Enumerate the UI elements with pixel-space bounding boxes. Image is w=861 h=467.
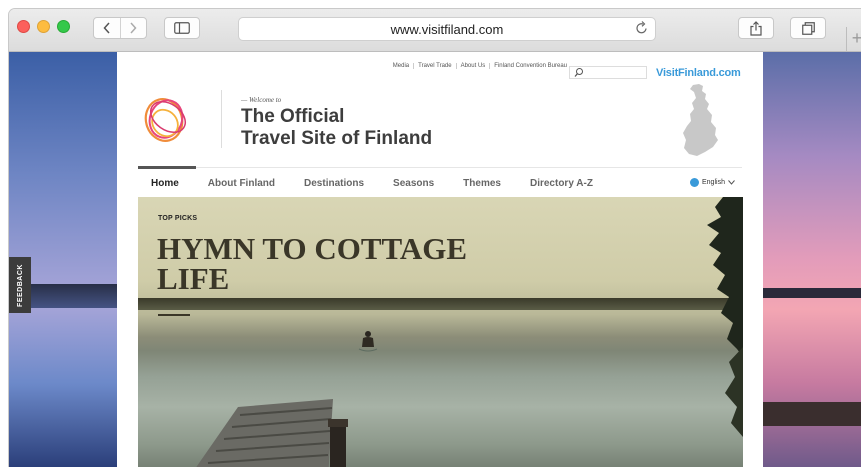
hero-title-underline <box>158 314 190 316</box>
header-separator <box>221 90 222 148</box>
search-icon <box>574 68 583 77</box>
utility-link-about-us[interactable]: About Us <box>455 63 490 69</box>
share-button[interactable] <box>738 17 774 39</box>
new-tab-button[interactable]: + <box>846 27 861 51</box>
hero-treeline <box>138 298 743 310</box>
hero-title[interactable]: HYMN TO COTTAGE LIFE <box>157 233 537 294</box>
hero-tree <box>707 197 743 437</box>
nav-item-directory[interactable]: Directory A-Z <box>530 178 593 189</box>
chevron-right-icon <box>130 22 137 34</box>
site-title-line2: Travel Site of Finland <box>241 128 433 149</box>
browser-window: www.visitfiland.com + FEEDBACK Media Tra… <box>9 9 861 467</box>
nav-divider <box>138 167 742 168</box>
utility-link-travel-trade[interactable]: Travel Trade <box>413 63 455 69</box>
utility-nav: Media Travel Trade About Us Finland Conv… <box>117 61 763 79</box>
utility-links: Media Travel Trade About Us Finland Conv… <box>389 63 571 69</box>
web-content: FEEDBACK Media Travel Trade About Us Fin… <box>9 52 861 467</box>
hero-swimmer <box>358 331 378 352</box>
sidebar-icon <box>174 22 190 34</box>
language-label: English <box>702 179 725 186</box>
site-search-input[interactable] <box>569 66 647 79</box>
background-pier <box>763 402 861 426</box>
site-title-line1: The Official <box>241 106 345 127</box>
reload-icon[interactable] <box>635 20 649 36</box>
finland-map-icon <box>683 84 718 156</box>
url-text: www.visitfiland.com <box>390 22 504 37</box>
finland-swirl-logo[interactable] <box>135 87 197 149</box>
tabs-overview-icon <box>801 21 815 35</box>
sidebar-toggle-button[interactable] <box>164 17 200 39</box>
chevron-down-icon <box>728 180 735 185</box>
share-icon <box>750 20 762 36</box>
main-nav: Home About Finland Destinations Seasons … <box>151 178 622 189</box>
feedback-tab[interactable]: FEEDBACK <box>9 257 31 313</box>
welcome-text: — Welcome to <box>241 96 282 104</box>
globe-icon <box>690 178 699 187</box>
utility-link-convention-bureau[interactable]: Finland Convention Bureau <box>489 63 571 69</box>
show-tabs-button[interactable] <box>790 17 826 39</box>
back-button[interactable] <box>94 18 120 38</box>
minimize-window-button[interactable] <box>37 20 50 33</box>
hero-dock <box>196 399 348 467</box>
hero-banner[interactable]: TOP PICKS HYMN TO COTTAGE LIFE <box>138 197 743 467</box>
forward-button[interactable] <box>119 18 147 38</box>
site-page: Media Travel Trade About Us Finland Conv… <box>117 52 763 467</box>
address-bar[interactable]: www.visitfiland.com <box>238 17 656 41</box>
close-window-button[interactable] <box>17 20 30 33</box>
history-nav <box>93 17 147 39</box>
nav-active-indicator <box>138 166 196 169</box>
nav-item-home[interactable]: Home <box>151 178 179 189</box>
nav-item-about-finland[interactable]: About Finland <box>208 178 275 189</box>
nav-item-themes[interactable]: Themes <box>463 178 501 189</box>
utility-link-media[interactable]: Media <box>389 63 413 69</box>
brand-logo-text[interactable]: VisitFinland.com <box>656 67 741 79</box>
hero-kicker: TOP PICKS <box>158 215 198 222</box>
chevron-left-icon <box>103 22 110 34</box>
zoom-window-button[interactable] <box>57 20 70 33</box>
nav-item-destinations[interactable]: Destinations <box>304 178 364 189</box>
nav-item-seasons[interactable]: Seasons <box>393 178 434 189</box>
feedback-label: FEEDBACK <box>16 263 24 307</box>
language-selector[interactable]: English <box>690 178 735 187</box>
browser-toolbar: www.visitfiland.com + <box>9 9 861 52</box>
